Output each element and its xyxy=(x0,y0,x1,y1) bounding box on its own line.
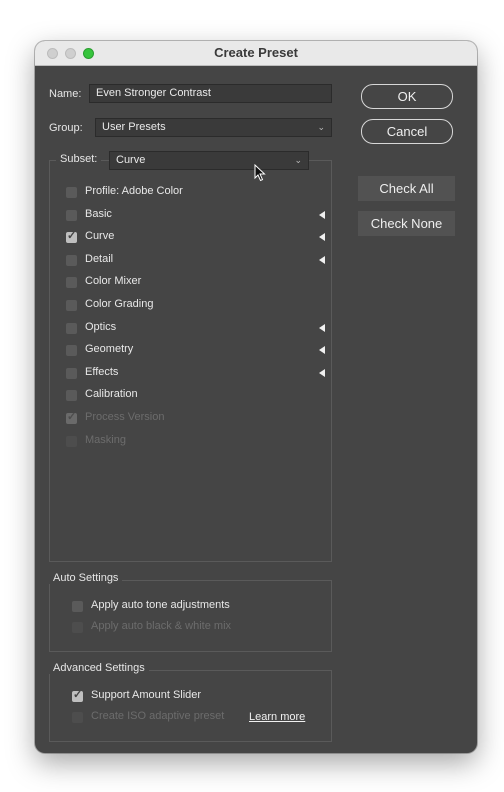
checkbox-item[interactable]: Curve xyxy=(66,229,325,246)
checkbox-label: Color Grading xyxy=(85,298,154,310)
checkbox[interactable] xyxy=(66,209,77,221)
checkbox-label: Curve xyxy=(85,230,115,243)
checkbox-label: Basic xyxy=(85,207,112,220)
checkbox-item[interactable]: Support Amount Slider xyxy=(72,688,322,705)
subset-value: Curve xyxy=(116,154,146,166)
checkbox-label: Apply auto tone adjustments xyxy=(91,599,230,611)
expand-arrow-icon[interactable] xyxy=(319,323,325,332)
checkbox-item[interactable]: Geometry xyxy=(66,343,325,359)
checkbox[interactable] xyxy=(66,300,77,311)
expand-arrow-icon[interactable] xyxy=(319,210,325,219)
group-value: User Presets xyxy=(102,121,166,133)
checkbox-label: Effects xyxy=(85,365,119,378)
checkbox-item[interactable]: Optics xyxy=(66,320,325,337)
chevron-down-icon: ⌄ xyxy=(317,122,325,132)
auto-settings-title: Auto Settings xyxy=(49,572,123,584)
mouse-cursor-icon xyxy=(254,164,266,182)
group-label: Group: xyxy=(49,122,83,134)
checkbox[interactable] xyxy=(66,277,77,289)
checkbox-label: Geometry xyxy=(85,343,134,356)
checkbox-item: Apply auto black & white mix xyxy=(72,620,322,636)
advanced-settings-title: Advanced Settings xyxy=(49,662,149,674)
checkbox-label: Profile: Adobe Color xyxy=(85,185,183,197)
checkbox-label: Apply auto black & white mix xyxy=(91,620,232,632)
checkbox-label: Detail xyxy=(85,252,114,265)
create-preset-dialog: Create Preset Name: Even Stronger Contra… xyxy=(35,41,477,753)
checkbox xyxy=(72,622,83,633)
checkbox-item[interactable]: Detail xyxy=(66,252,325,269)
checkbox-label: Optics xyxy=(85,320,117,333)
cancel-button[interactable]: Cancel xyxy=(361,119,453,144)
checkbox[interactable] xyxy=(66,229,77,244)
checkbox-label: Color Mixer xyxy=(85,275,142,288)
checkbox[interactable] xyxy=(66,322,77,334)
check-all-button[interactable]: Check All xyxy=(358,176,455,201)
checkbox[interactable] xyxy=(66,254,77,266)
checkbox-item[interactable]: Color Grading xyxy=(66,298,316,314)
expand-arrow-icon[interactable] xyxy=(319,368,325,377)
learn-more-link[interactable]: Learn more xyxy=(249,711,305,723)
checkbox-label: Calibration xyxy=(85,388,138,401)
subset-label: Subset: xyxy=(56,153,102,165)
checkbox-item[interactable]: Basic xyxy=(66,207,325,224)
checkbox-item[interactable]: Calibration xyxy=(66,388,316,404)
checkbox-item[interactable]: Profile: Adobe Color xyxy=(66,185,316,201)
name-value: Even Stronger Contrast xyxy=(96,87,211,99)
expand-arrow-icon[interactable] xyxy=(319,346,325,355)
checkbox-item[interactable]: Apply auto tone adjustments xyxy=(72,599,322,615)
name-field[interactable]: Even Stronger Contrast xyxy=(89,84,332,103)
ok-button[interactable]: OK xyxy=(361,84,453,109)
checkbox-item: Process Version xyxy=(66,410,316,427)
checkbox[interactable] xyxy=(66,187,77,198)
chevron-down-icon: ⌄ xyxy=(294,155,302,165)
checkbox-label: Process Version xyxy=(85,411,165,423)
checkbox-label: Create ISO adaptive preset xyxy=(91,710,225,722)
expand-arrow-icon[interactable] xyxy=(319,233,325,242)
checkbox-item: Masking xyxy=(66,434,316,450)
checkbox[interactable] xyxy=(66,345,77,357)
title-bar: Create Preset xyxy=(35,41,477,66)
checkbox[interactable] xyxy=(66,390,77,402)
checkbox xyxy=(66,410,77,424)
auto-settings-panel xyxy=(49,580,332,652)
checkbox-label: Masking xyxy=(85,433,126,446)
checkbox[interactable] xyxy=(72,601,83,612)
name-label: Name: xyxy=(49,88,82,100)
expand-arrow-icon[interactable] xyxy=(319,255,325,264)
checkbox xyxy=(72,712,83,723)
dialog-title: Create Preset xyxy=(214,45,298,60)
checkbox xyxy=(66,435,77,447)
checkbox-item[interactable]: Color Mixer xyxy=(66,275,316,291)
group-select[interactable]: User Presets ⌄ xyxy=(95,118,332,137)
checkbox[interactable] xyxy=(72,688,83,702)
checkbox[interactable] xyxy=(66,367,77,379)
advanced-settings-panel xyxy=(49,670,332,742)
checkbox-label: Support Amount Slider xyxy=(91,689,202,701)
checkbox-item[interactable]: Effects xyxy=(66,365,325,382)
check-none-button[interactable]: Check None xyxy=(358,211,455,236)
subset-select[interactable]: Curve ⌄ xyxy=(109,151,309,170)
